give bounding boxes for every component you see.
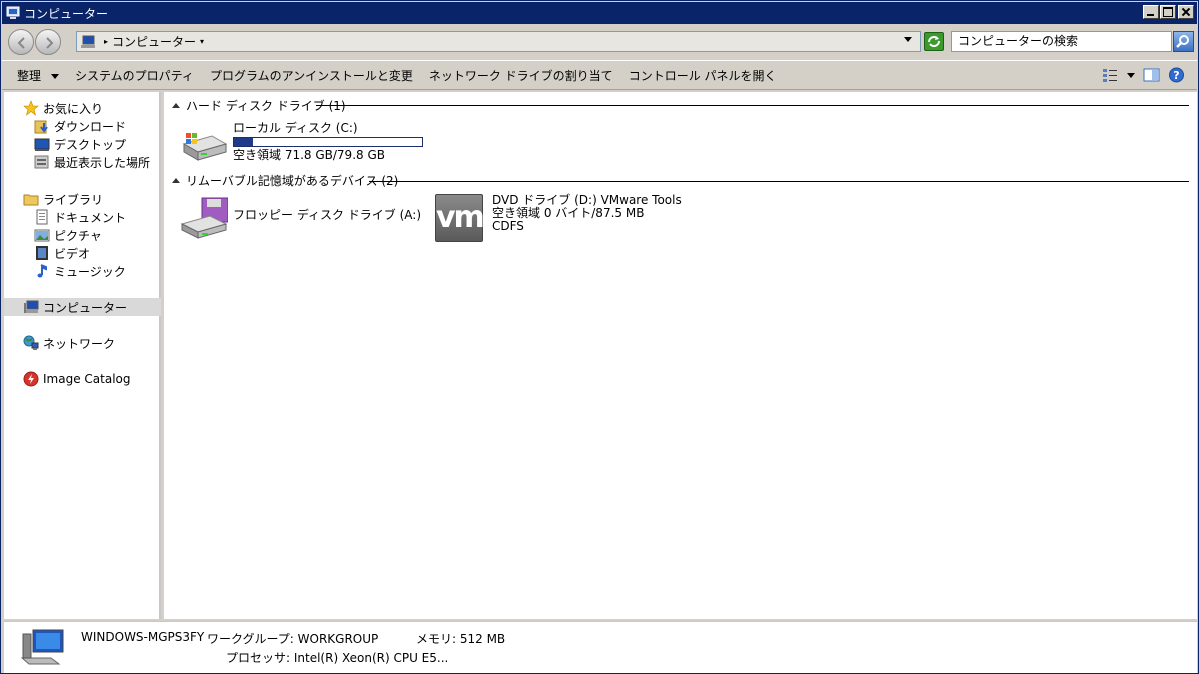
forward-arrow-icon (46, 37, 54, 49)
refresh-icon (928, 36, 940, 47)
nav-computer[interactable]: コンピューター (4, 298, 161, 316)
organize-menu[interactable]: 整理 (2, 67, 67, 84)
computer-icon (21, 629, 64, 665)
map-network-drive-button[interactable]: ネットワーク ドライブの割り当て (421, 67, 621, 84)
downloads-folder-icon (34, 120, 48, 134)
floppy-drive-icon (180, 197, 228, 239)
system-properties-button[interactable]: システムのプロパティ (67, 67, 202, 84)
drive-a-name: フロッピー ディスク ドライブ (A:) (233, 208, 422, 222)
nav-label: ライブラリ (43, 192, 104, 207)
organize-label: 整理 (17, 68, 42, 83)
drive-d[interactable]: vm DVD ドライブ (D:) VMware Tools 空き領域 0 バイト… (435, 194, 682, 242)
nav-label: ネットワーク (43, 336, 116, 351)
pictures-icon (34, 229, 50, 242)
music-note-icon (37, 264, 47, 278)
computer-name: WINDOWS-MGPS3FY (81, 630, 205, 644)
document-icon (36, 209, 48, 225)
nav-label: ピクチャ (54, 228, 102, 243)
window-title: コンピューター (24, 6, 109, 21)
group-label: リムーバブル記憶域があるデバイス (2) (186, 173, 399, 188)
drive-a[interactable]: フロッピー ディスク ドライブ (A:) (180, 196, 421, 244)
library-folder-icon (23, 194, 39, 206)
breadcrumb-dropdown-icon[interactable]: ▾ (200, 37, 204, 46)
nav-label: コンピューター (43, 300, 128, 315)
drive-c-capacity-bar (233, 137, 423, 147)
nav-recent-places[interactable]: 最近表示した場所 (4, 153, 161, 171)
chevron-down-icon (51, 73, 60, 79)
memory: メモリ: 512 MB (416, 632, 506, 646)
nav-image-catalog[interactable]: Image Catalog (4, 370, 161, 388)
command-bar: 整理 システムのプロパティ プログラムのアンインストールと変更 ネットワーク ド… (2, 60, 1197, 90)
breadcrumb-computer[interactable]: コンピューター (112, 33, 196, 50)
navigation-pane: お気に入り ダウンロード デスクトップ 最近表示した場所 ライブラリ ドキュメン… (4, 92, 161, 619)
drive-d-filesystem: CDFS (492, 219, 524, 233)
view-options-icon[interactable] (1102, 67, 1119, 83)
nav-pictures[interactable]: ピクチャ (4, 226, 161, 244)
nav-label: ミュージック (54, 264, 126, 279)
search-icon (1176, 35, 1189, 48)
nav-label: お気に入り (43, 101, 104, 116)
nav-network[interactable]: ネットワーク (4, 334, 161, 352)
desktop-icon (34, 138, 50, 151)
group-divider (316, 105, 1189, 106)
nav-label: ビデオ (54, 246, 91, 261)
nav-libraries[interactable]: ライブラリ (4, 190, 161, 208)
breadcrumb-separator-icon[interactable]: ▸ (104, 37, 108, 46)
back-arrow-icon (17, 37, 25, 49)
nav-documents[interactable]: ドキュメント (4, 208, 161, 226)
nav-label: ドキュメント (54, 210, 127, 225)
group-header-removable[interactable]: リムーバブル記憶域があるデバイス (2) (172, 172, 398, 188)
nav-label: 最近表示した場所 (54, 155, 151, 170)
processor: プロセッサ: Intel(R) Xeon(R) CPU E5... (226, 651, 449, 665)
nav-downloads[interactable]: ダウンロード (4, 117, 161, 135)
explorer-window: コンピューター ▸ コンピューター ▾ コンピューターの検索 整理 システムのプ… (0, 0, 1199, 674)
nav-desktop[interactable]: デスクトップ (4, 135, 161, 153)
back-button[interactable] (8, 29, 34, 55)
group-divider (369, 181, 1189, 182)
address-row: ▸ コンピューター ▾ コンピューターの検索 (2, 25, 1197, 59)
forward-button[interactable] (35, 29, 61, 55)
recent-places-icon (34, 155, 49, 169)
drive-c-free-space: 空き領域 71.8 GB/79.8 GB (233, 148, 385, 162)
help-icon[interactable]: ? (1168, 67, 1185, 83)
collapse-triangle-icon (172, 177, 180, 183)
network-icon (23, 335, 39, 350)
search-input[interactable]: コンピューターの検索 (951, 31, 1172, 52)
open-control-panel-button[interactable]: コントロール パネルを開く (621, 67, 785, 84)
computer-icon (24, 300, 39, 313)
nav-label: ダウンロード (54, 119, 127, 134)
nav-music[interactable]: ミュージック (4, 262, 161, 280)
drive-c[interactable]: ローカル ディスク (C:) 空き領域 71.8 GB/79.8 GB (180, 122, 423, 170)
video-icon (36, 246, 48, 260)
drive-c-capacity-fill (234, 138, 253, 146)
close-button[interactable] (1178, 5, 1194, 19)
computer-icon (81, 35, 95, 48)
preview-pane-icon[interactable] (1143, 67, 1160, 83)
star-icon (23, 100, 39, 116)
minimize-button[interactable] (1143, 5, 1159, 19)
nav-label: デスクトップ (54, 137, 127, 152)
nav-videos[interactable]: ビデオ (4, 244, 161, 262)
svg-text:?: ? (1173, 69, 1179, 82)
image-catalog-icon (23, 371, 39, 387)
nav-label: Image Catalog (43, 372, 131, 386)
computer-icon (6, 6, 20, 19)
address-bar[interactable]: ▸ コンピューター ▾ (76, 31, 921, 52)
hard-disk-icon (182, 133, 228, 161)
vmware-tools-icon: vm (435, 194, 485, 242)
refresh-button[interactable] (924, 32, 944, 51)
nav-favorites[interactable]: お気に入り (4, 99, 161, 117)
view-dropdown-icon[interactable] (1127, 72, 1135, 78)
details-pane: WINDOWS-MGPS3FY ワークグループ: WORKGROUP メモリ: … (4, 621, 1197, 673)
maximize-button[interactable] (1160, 5, 1176, 19)
drive-c-name: ローカル ディスク (C:) (233, 121, 358, 135)
collapse-triangle-icon (172, 102, 180, 108)
workgroup: ワークグループ: WORKGROUP (207, 632, 379, 646)
address-history-dropdown[interactable] (904, 37, 912, 42)
search-button[interactable] (1173, 31, 1194, 52)
uninstall-program-button[interactable]: プログラムのアンインストールと変更 (202, 67, 421, 84)
content-pane: ハード ディスク ドライブ (1) ローカル ディスク (C:) 空き領域 71… (164, 92, 1197, 619)
title-bar[interactable]: コンピューター (2, 2, 1197, 24)
